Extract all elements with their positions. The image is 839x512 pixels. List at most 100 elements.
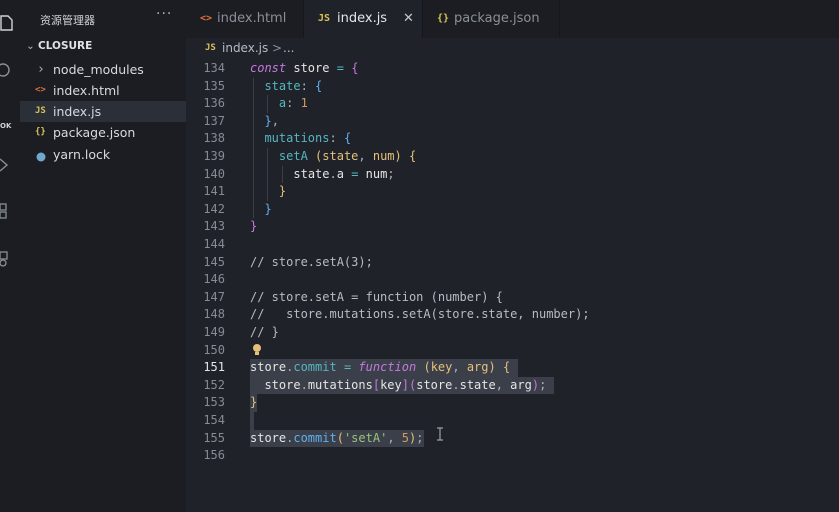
code-token: , <box>495 377 511 392</box>
code-token: { <box>343 131 352 146</box>
close-icon[interactable]: ✕ <box>403 0 414 38</box>
editor-tab-bar: <> index.html JS index.js ✕ {} package.j… <box>186 0 839 38</box>
indent-guide <box>253 200 254 219</box>
code-token: // store.setA = function (number) { <box>250 289 503 304</box>
tree-item-index-js[interactable]: JS index.js <box>20 101 186 122</box>
line-number: 151 <box>203 360 225 375</box>
code-line[interactable]: 137}, <box>186 112 839 131</box>
code-line[interactable]: 140 state.a = num; <box>186 165 839 184</box>
code-token: store <box>416 377 453 392</box>
line-number: 136 <box>203 96 225 111</box>
code-line[interactable]: 148 // store.mutations.setA(store.state, … <box>186 306 839 324</box>
chevron-down-icon: ⌄ <box>26 40 35 52</box>
indent-guide <box>281 165 283 184</box>
more-actions-icon[interactable]: ··· <box>156 6 172 22</box>
code-token: . <box>452 377 460 392</box>
code-token: key <box>430 360 453 375</box>
code-line[interactable]: 145 // store.setA(3); <box>186 254 839 272</box>
code-line[interactable]: 149 // } <box>186 324 839 342</box>
tree-item-index-html[interactable]: <> index.html <box>20 80 186 101</box>
code-text: state.a = num; <box>293 166 394 184</box>
code-token: // store.mutations.setA(store.state, num… <box>250 307 590 322</box>
tab-label: package.json <box>454 11 540 26</box>
line-number: 135 <box>203 78 225 93</box>
folder-closure[interactable]: ⌄ CLOSURE <box>26 40 186 56</box>
code-token: store <box>250 430 287 445</box>
tab-index-js[interactable]: JS index.js ✕ <box>304 0 423 38</box>
tree-item-yarn-lock[interactable]: yarn.lock <box>20 144 186 165</box>
code-line[interactable]: 135 state: { <box>186 77 839 96</box>
tree-item-package-json[interactable]: {} package.json <box>20 122 186 143</box>
code-line[interactable]: 150 <box>186 342 839 360</box>
files-icon[interactable] <box>0 14 14 32</box>
breadcrumb-symbols[interactable]: ... <box>283 38 294 58</box>
code-token: ] <box>401 377 409 392</box>
code-line[interactable]: 139 setA (state, num) { <box>186 148 839 166</box>
tab-package-json[interactable]: {} package.json <box>423 0 560 38</box>
code-line[interactable]: 136 a: 1 <box>186 95 839 113</box>
indent-guide <box>253 183 254 201</box>
code-line[interactable]: 142} <box>186 200 839 219</box>
run-debug-icon[interactable] <box>0 156 14 174</box>
line-number: 134 <box>203 61 225 75</box>
html-file-icon: <> <box>35 85 46 95</box>
code-line[interactable]: 144 <box>186 236 839 254</box>
line-number: 156 <box>203 448 225 463</box>
code-token: : <box>300 78 316 93</box>
extensions-icon[interactable] <box>0 202 14 220</box>
code-token: { <box>351 61 359 75</box>
code-line[interactable]: 152 store.mutations[key](store.state, arg… <box>186 376 839 395</box>
js-file-icon: JS <box>318 13 331 24</box>
code-token: setA <box>278 149 308 163</box>
code-token: { <box>315 78 323 93</box>
lightbulb-icon[interactable] <box>252 343 262 357</box>
code-token: state <box>293 166 330 181</box>
tree-item-node-modules[interactable]: › node_modules <box>20 59 186 80</box>
code-text: // store.mutations.setA(store.state, num… <box>250 306 590 324</box>
line-number: 139 <box>203 149 225 163</box>
code-line[interactable]: 147 // store.setA = function (number) { <box>186 289 839 307</box>
code-line[interactable]: 143} <box>186 218 839 236</box>
remote-explorer-icon[interactable] <box>0 250 14 268</box>
code-token: ; <box>416 430 424 445</box>
search-icon[interactable] <box>0 62 14 80</box>
code-token: } <box>278 184 287 199</box>
code-line[interactable]: 153} <box>186 394 839 412</box>
indent-guide <box>253 95 254 113</box>
line-number: 149 <box>203 325 225 339</box>
code-token: a <box>336 166 344 181</box>
code-token: store <box>264 377 301 392</box>
code-text: // } <box>250 324 279 342</box>
line-number: 150 <box>203 342 225 357</box>
code-text: mutations: { <box>264 130 351 148</box>
line-number: 147 <box>203 289 225 304</box>
code-line[interactable]: 134 const store = { <box>186 60 839 78</box>
breadcrumb-file[interactable]: index.js <box>222 38 268 58</box>
code-line[interactable]: 151 store.commit = function (key, arg) { <box>186 359 839 377</box>
code-line[interactable]: 156 <box>186 447 839 465</box>
html-file-icon: <> <box>200 13 213 24</box>
code-line[interactable]: 138 mutations: { <box>186 130 839 148</box>
code-line[interactable]: 155 store.commit('setA', 5); <box>186 429 839 448</box>
code-token: ; <box>387 166 395 181</box>
code-token: { <box>502 360 511 375</box>
chevron-right-icon: › <box>37 62 45 77</box>
code-token: key <box>380 377 402 392</box>
code-editor[interactable]: 134 const store = {135 state: {136 a: 1 137}… <box>186 58 839 512</box>
activity-bar: OK <box>0 0 20 512</box>
tab-index-html[interactable]: <> index.html <box>186 0 304 38</box>
code-line[interactable]: 154 <box>186 412 839 430</box>
code-token: commit <box>293 430 337 445</box>
indent-guide <box>267 148 269 166</box>
line-number: 144 <box>203 237 225 251</box>
line-number: 142 <box>203 201 225 216</box>
folder-label: CLOSURE <box>38 40 93 52</box>
code-text: // store.setA(3); <box>250 254 373 272</box>
code-line[interactable]: 146 <box>186 271 839 289</box>
code-token: // } <box>250 325 279 339</box>
code-line[interactable]: 141} <box>186 183 839 201</box>
tree-item-label: index.js <box>53 104 102 119</box>
indent-guide <box>253 165 254 184</box>
